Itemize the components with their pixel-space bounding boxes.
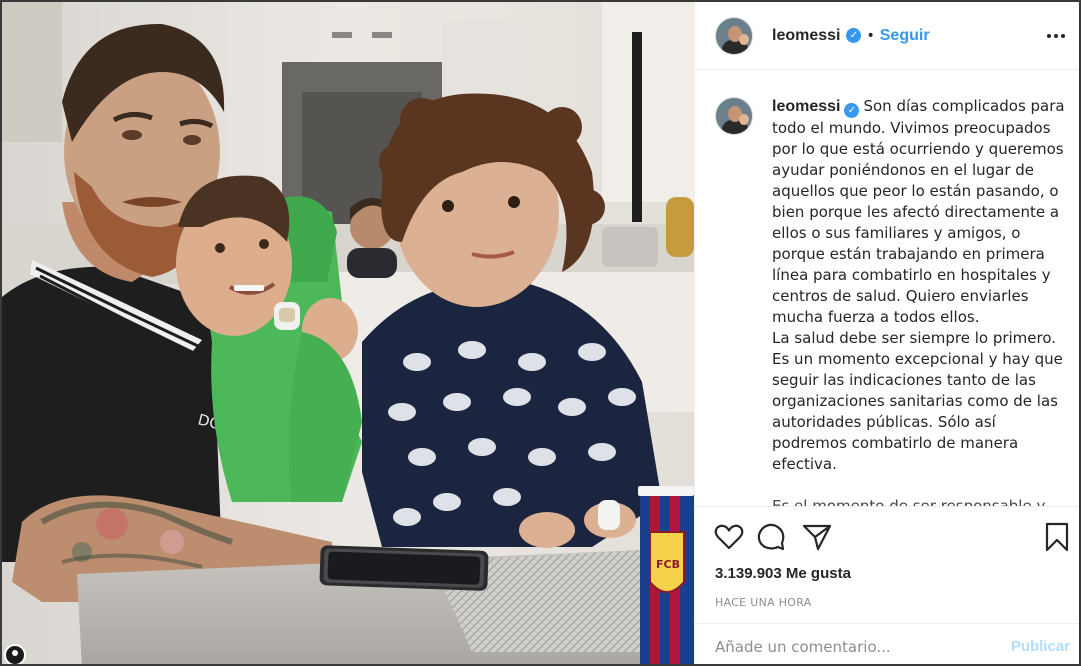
post-image: DOLCE& xyxy=(2,2,694,664)
likes-label: Me gusta xyxy=(785,565,851,582)
post-timestamp[interactable]: HACE UNA HORA xyxy=(715,596,812,609)
separator-dot: • xyxy=(866,27,875,44)
caption-author-username[interactable]: leomessi xyxy=(772,98,840,115)
likes-count[interactable]: 3.139.903 Me gusta xyxy=(715,565,851,582)
instagram-post-window: DOLCE& xyxy=(0,0,1081,666)
author-avatar[interactable] xyxy=(715,16,753,55)
author-username[interactable]: leomessi xyxy=(772,27,840,45)
post-photo[interactable]: DOLCE& xyxy=(2,2,694,664)
verified-badge-icon: ✓ xyxy=(846,28,862,43)
comment-input[interactable] xyxy=(715,637,1011,656)
caption-text: leomessi ✓ Son días complicados para todo … xyxy=(772,96,1066,506)
post-side-panel: leomessi ✓ • Seguir leomessi ✓ Son días co… xyxy=(694,2,1079,664)
caption-paragraph-1: Son días complicados para todo el mundo.… xyxy=(772,97,1065,326)
heart-icon[interactable] xyxy=(713,521,745,553)
caption-author-avatar[interactable] xyxy=(715,97,753,135)
comment-bar: Publicar xyxy=(695,623,1079,664)
caption-paragraph-3: Es el momento de ser responsable y xyxy=(772,497,1046,506)
cup-text: FCB xyxy=(656,558,680,571)
caption-section[interactable]: leomessi ✓ Son días complicados para todo … xyxy=(695,70,1079,506)
post-actions: 3.139.903 Me gusta HACE UNA HORA Publica… xyxy=(695,506,1079,664)
caption-paragraph-2: La salud debe ser siempre lo primero. Es… xyxy=(772,329,1063,473)
comment-icon[interactable] xyxy=(755,521,787,553)
bookmark-icon[interactable] xyxy=(1041,521,1073,553)
publish-button[interactable]: Publicar xyxy=(1011,638,1070,655)
share-icon[interactable] xyxy=(801,521,833,553)
caption-row: leomessi ✓ Son días complicados para todo … xyxy=(715,96,1066,506)
verified-badge-icon: ✓ xyxy=(844,103,860,118)
follow-button[interactable]: Seguir xyxy=(880,27,930,45)
post-header: leomessi ✓ • Seguir xyxy=(695,2,1079,70)
photo-user-avatar-icon[interactable] xyxy=(4,644,26,664)
more-options-icon[interactable] xyxy=(1047,28,1065,44)
action-icons xyxy=(713,521,1073,557)
likes-number: 3.139.903 xyxy=(715,565,782,582)
